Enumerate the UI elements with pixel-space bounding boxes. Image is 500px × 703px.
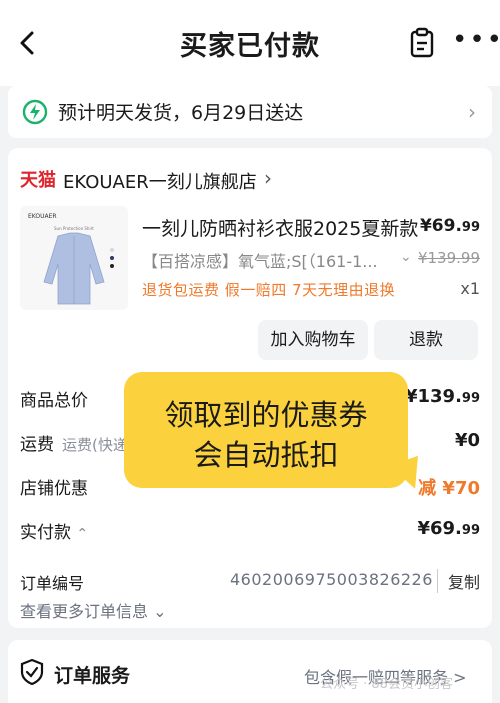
lightning-icon — [22, 99, 48, 125]
tmall-logo: 天猫 — [20, 170, 56, 191]
shipping-fee-value: ¥0 — [454, 430, 480, 451]
clipboard-icon[interactable] — [408, 26, 436, 60]
shipping-fee-detail: 运费(快递 — [62, 436, 128, 454]
more-order-info-link[interactable]: 查看更多订单信息 ⌄ — [20, 598, 167, 622]
coupon-callout: 领取到的优惠券 会自动抵扣 — [124, 372, 408, 488]
paid-amount-label[interactable]: 实付款 ⌃ — [20, 518, 88, 543]
goods-total-label: 商品总价 — [20, 391, 88, 411]
shipping-fee-label: 运费 运费(快递 — [20, 435, 128, 455]
more-icon[interactable]: ••• — [452, 27, 500, 54]
chevron-up-icon[interactable]: ⌃ — [76, 526, 88, 542]
product-image[interactable]: EKOUAER Sun Protection Shirt — [20, 206, 128, 310]
service-tags: 退货包运费 假一赔四 7天无理由退换 — [142, 281, 396, 299]
paid-amount-value: ¥69.99 — [417, 518, 480, 539]
refund-button[interactable]: 退款 — [374, 320, 478, 360]
order-service-title: 订单服务 — [54, 665, 131, 687]
top-bar: 买家已付款 ••• — [0, 0, 500, 86]
callout-line-1: 领取到的优惠券 — [164, 398, 368, 432]
sku-selector[interactable]: 【百搭凉感】氧气蓝;S[（161-1... — [142, 248, 378, 272]
chevron-down-icon: ⌄ — [153, 602, 167, 621]
shop-name[interactable]: EKOUAER一刻儿旗舰店 — [63, 168, 257, 194]
order-service-card[interactable]: 订单服务 包含假一赔四等服务 > — [8, 640, 492, 703]
order-number: 4602006975003826226 — [230, 570, 433, 589]
svg-text:Sun Protection Shirt: Sun Protection Shirt — [54, 226, 94, 231]
original-price: ¥139.99 — [417, 249, 480, 267]
chevron-right-icon[interactable]: › — [264, 166, 272, 190]
svg-text:EKOUAER: EKOUAER — [28, 213, 57, 220]
shipping-text: 预计明天发货，6月29日送达 — [58, 102, 304, 124]
product-price: ¥69.99 — [419, 216, 480, 236]
watermark: 公众号 · 88会员小创客 — [320, 677, 453, 692]
callout-line-2: 会自动抵扣 — [193, 438, 339, 472]
quantity: x1 — [460, 279, 480, 298]
product-title[interactable]: 一刻儿防晒衬衫衣服2025夏新款 — [142, 214, 418, 241]
chevron-down-icon[interactable]: ⌄ — [400, 249, 412, 265]
shop-discount-value: 减 ¥70 — [418, 478, 480, 499]
shipping-estimate[interactable]: 预计明天发货，6月29日送达 › — [8, 86, 492, 138]
goods-total-value: ¥139.99 — [404, 386, 480, 407]
shop-discount-label: 店铺优惠 — [20, 479, 88, 499]
shield-check-icon — [20, 658, 44, 686]
chevron-right-icon: › — [468, 100, 476, 124]
order-number-label: 订单编号 — [20, 574, 85, 593]
copy-button[interactable]: 复制 — [436, 569, 480, 593]
add-to-cart-button[interactable]: 加入购物车 — [258, 320, 368, 360]
